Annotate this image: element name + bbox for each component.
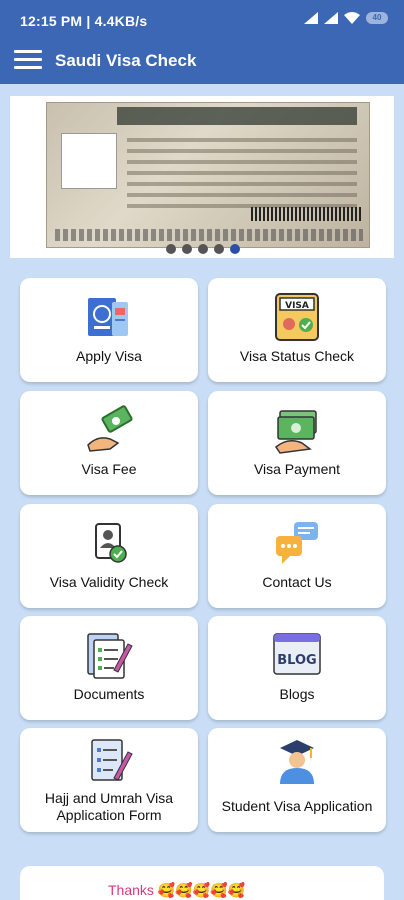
visa-card-icon: VISA [275,293,319,341]
status-icons: 40 [304,12,388,24]
thanks-card: Thanks 🥰🥰🥰🥰🥰 [20,866,384,900]
svg-text:VISA: VISA [285,301,309,311]
card-label: Contact Us [262,574,332,590]
carousel-dot-active[interactable] [230,244,240,254]
menu-button[interactable] [14,50,42,72]
signal-icon [304,12,318,24]
contact-us-button[interactable]: Contact Us [208,504,386,608]
app-bar: Saudi Visa Check [0,40,404,84]
chat-bubbles-icon [276,522,318,564]
graduate-icon [280,740,314,784]
card-label: Apply Visa [76,348,142,364]
card-label: Visa Validity Check [49,574,169,590]
documents-icon [87,633,133,679]
carousel-indicators [166,244,240,254]
signal-icon [324,12,338,24]
visa-status-check-button[interactable]: VISA Visa Status Check [208,278,386,382]
carousel-dot[interactable] [214,244,224,254]
blogs-button[interactable]: BLOG Blogs [208,616,386,720]
hamburger-icon [14,50,42,53]
passport-icon [88,298,128,336]
svg-text:BLOG: BLOG [277,653,316,668]
money-hand-icon [87,405,133,452]
card-label: Visa Fee [81,461,137,477]
visa-sample-image [46,102,370,248]
visa-validity-check-button[interactable]: Visa Validity Check [20,504,198,608]
cash-payment-icon [275,410,317,454]
carousel-dot[interactable] [182,244,192,254]
carousel-dot[interactable] [166,244,176,254]
visa-payment-button[interactable]: Visa Payment [208,391,386,495]
hajj-umrah-form-button[interactable]: Hajj and Umrah Visa Application Form [20,728,198,832]
card-label: Hajj and Umrah Visa Application Form [44,790,174,823]
card-label: Documents [73,686,145,702]
form-edit-icon [91,739,133,781]
card-label: Student Visa Application [221,798,373,814]
thanks-text: Thanks 🥰🥰🥰🥰🥰 [108,882,245,898]
page-title: Saudi Visa Check [55,51,197,70]
documents-button[interactable]: Documents [20,616,198,720]
card-label: Visa Payment [253,461,341,477]
card-label: Visa Status Check [239,348,355,364]
blog-icon: BLOG [273,633,321,675]
card-label: Blogs [279,686,315,702]
status-time: 12:15 PM | 4.4KB/s [20,13,148,29]
battery-icon: 40 [366,12,388,24]
visa-fee-button[interactable]: Visa Fee [20,391,198,495]
apply-visa-button[interactable]: Apply Visa [20,278,198,382]
banner-carousel[interactable] [10,96,394,258]
carousel-dot[interactable] [198,244,208,254]
wifi-icon [344,12,360,24]
id-check-icon [95,523,127,563]
status-bar: 12:15 PM | 4.4KB/s 40 [0,0,404,40]
student-visa-application-button[interactable]: Student Visa Application [208,728,386,832]
